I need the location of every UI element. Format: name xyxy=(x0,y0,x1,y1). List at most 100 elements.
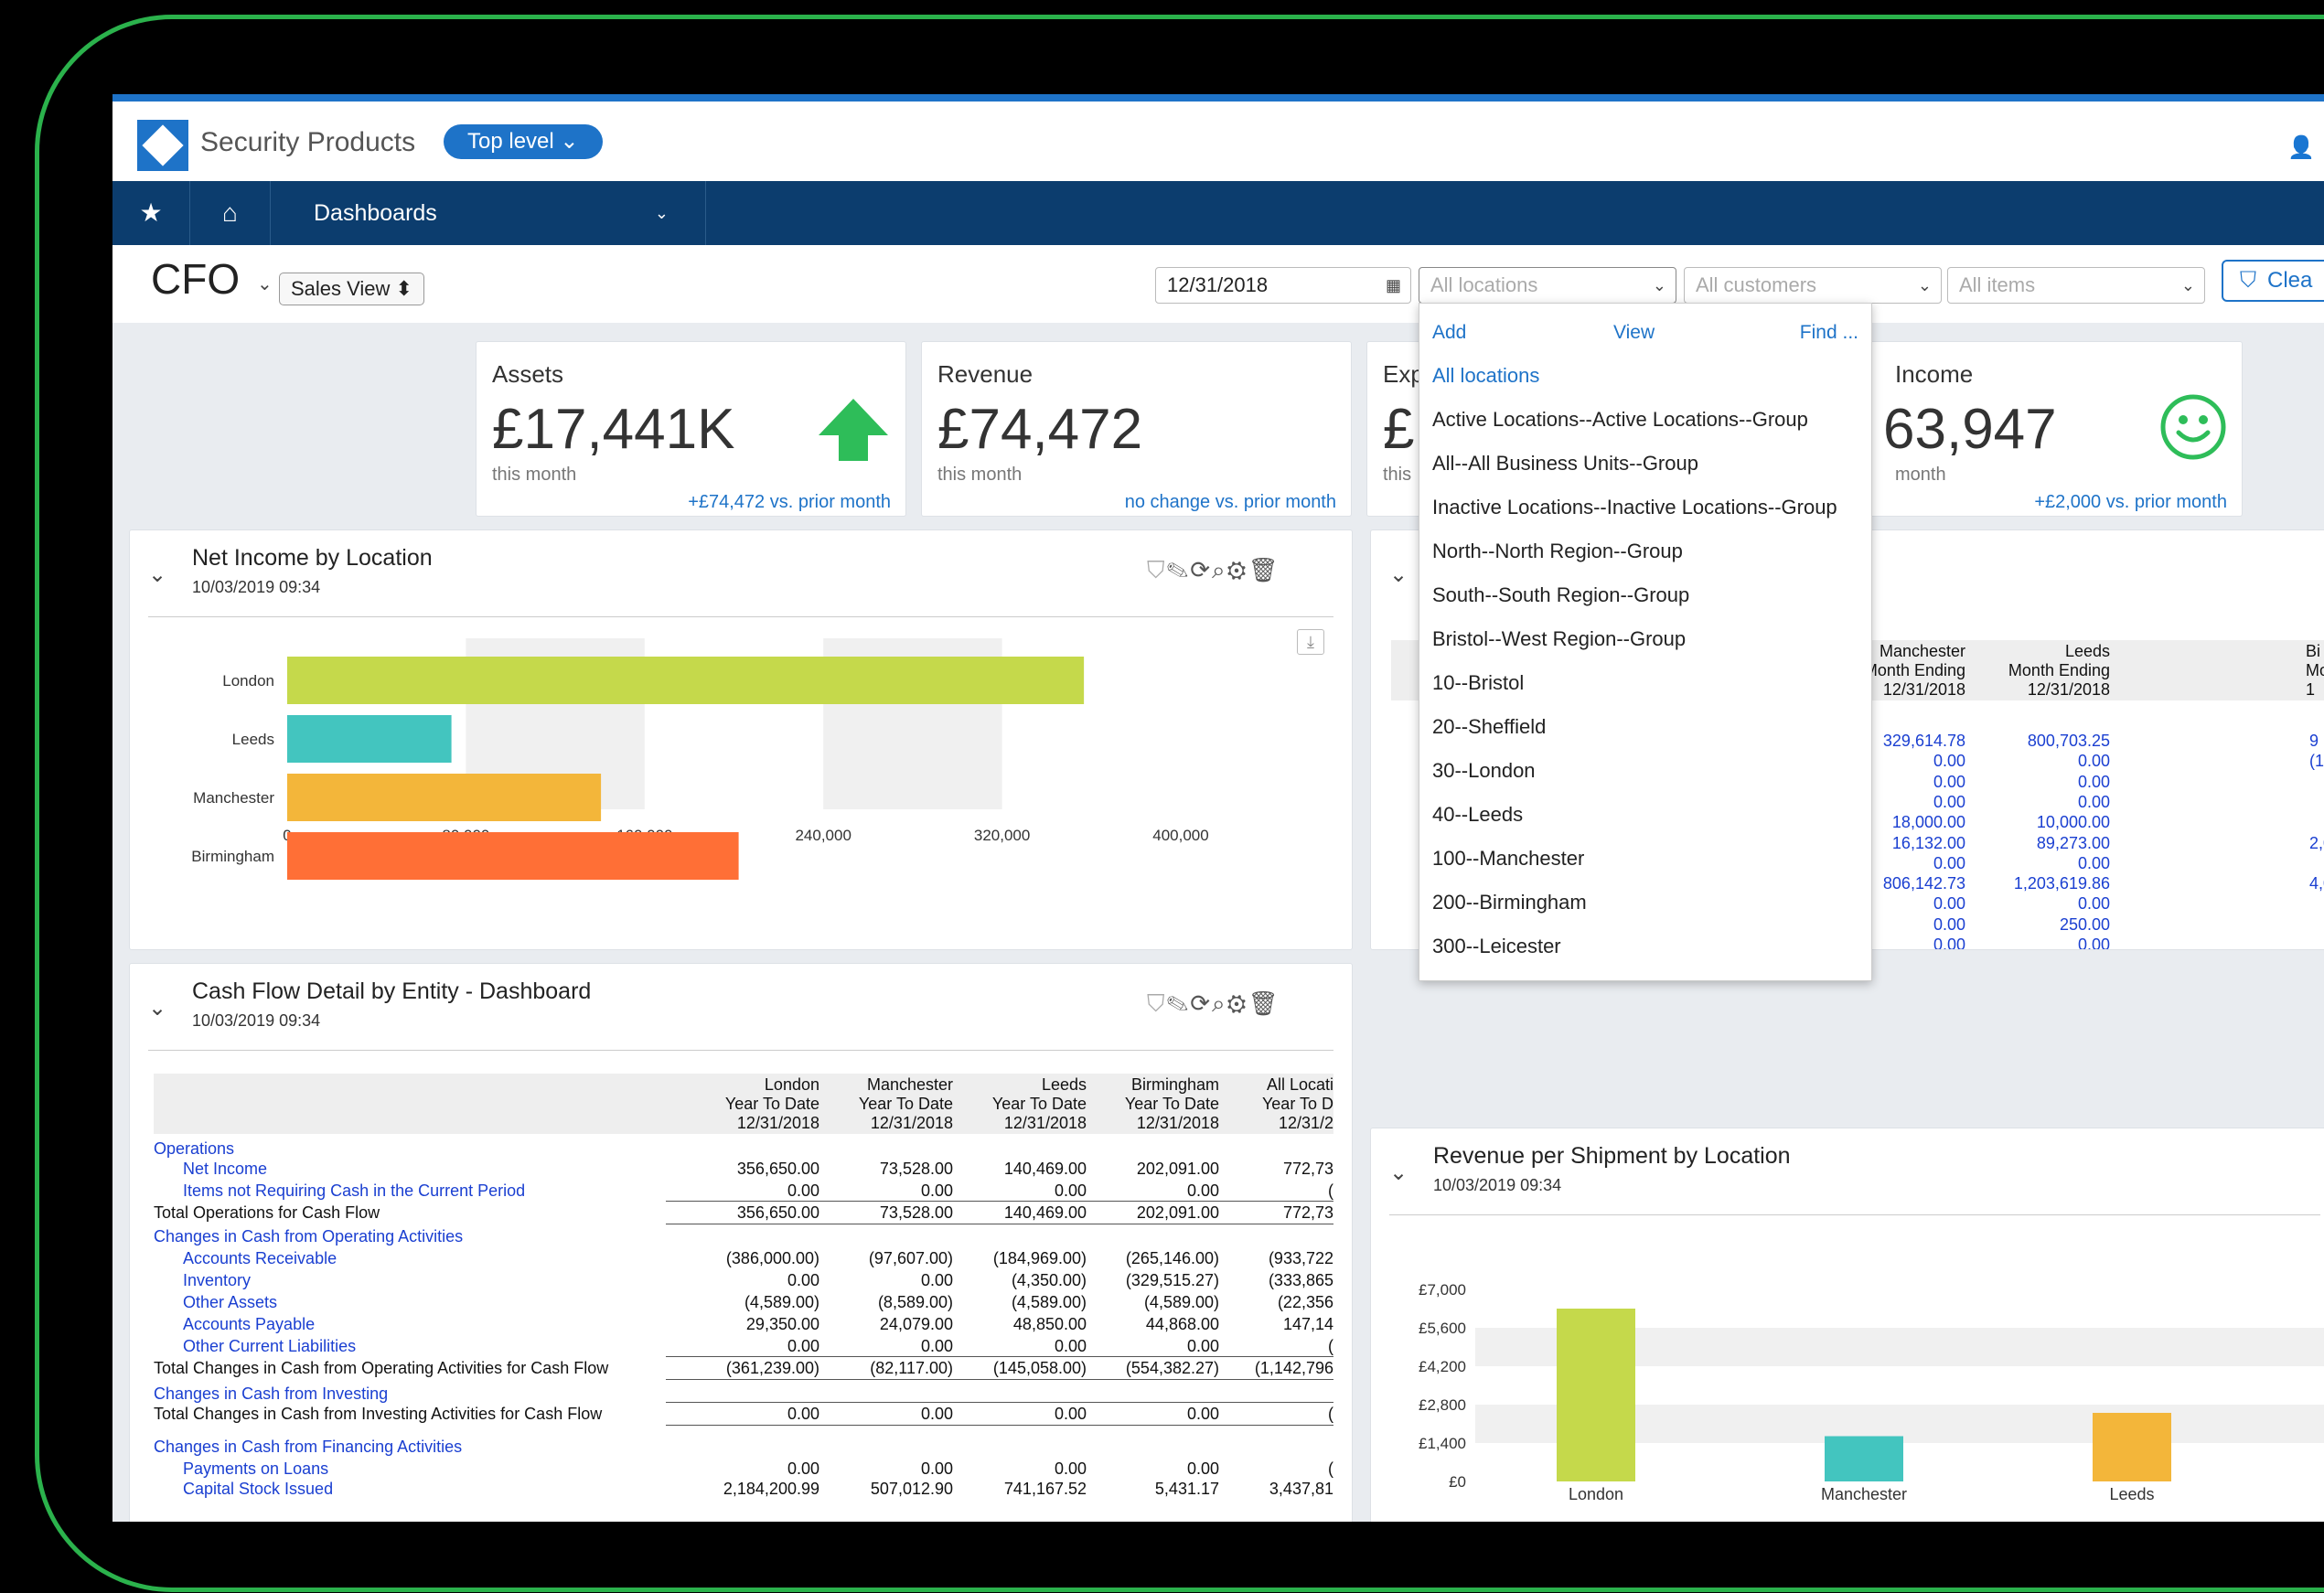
chevron-down-icon[interactable]: ⌄ xyxy=(148,561,166,588)
table-row-label[interactable]: Changes in Cash from Investing xyxy=(154,1385,388,1404)
table-column-header: Month Ending xyxy=(2008,661,2110,679)
star-icon[interactable]: ★ xyxy=(112,181,190,245)
location-option[interactable]: 30--London xyxy=(1432,759,1536,783)
kpi-card-revenue[interactable]: Revenue £74,472 this month no change vs.… xyxy=(921,341,1352,517)
chevron-down-icon[interactable]: ⌄ xyxy=(1389,1160,1408,1186)
locations-select[interactable]: All locations ⌄ xyxy=(1419,267,1676,304)
add-location-link[interactable]: Add xyxy=(1432,322,1466,344)
location-option[interactable]: 40--Leeds xyxy=(1432,803,1523,827)
table-cell: 0.00 xyxy=(920,1271,953,1289)
table-row-label[interactable]: Other Assets xyxy=(183,1293,277,1312)
customers-select[interactable]: All customers ⌄ xyxy=(1684,267,1942,304)
table-cell: 3,437,81 xyxy=(1269,1480,1333,1498)
location-option[interactable]: South--South Region--Group xyxy=(1432,583,1689,607)
user-icon[interactable]: 👤 xyxy=(2287,134,2315,161)
table-row-label[interactable]: Accounts Payable xyxy=(183,1315,315,1334)
search-icon[interactable]: ⌕ xyxy=(1212,556,1227,583)
table-cell: 73,528.00 xyxy=(879,1203,953,1222)
view-selector[interactable]: Sales View ⬍ xyxy=(279,273,424,305)
table-column-header: All Locati xyxy=(1266,1075,1333,1094)
chevron-down-icon[interactable]: ⌄ xyxy=(148,995,166,1021)
y-tick-label: £1,400 xyxy=(1419,1435,1466,1452)
refresh-icon[interactable]: ⟳ xyxy=(1190,989,1212,1017)
panel-toolbar: ⛉✎⟳⌕⚙🗑 xyxy=(1147,989,1280,1019)
table-row-label[interactable]: Items not Requiring Cash in the Current … xyxy=(183,1181,525,1201)
trash-icon[interactable]: 🗑 xyxy=(1248,989,1280,1017)
table-cell: 772,73 xyxy=(1282,1160,1333,1178)
location-option[interactable]: 200--Birmingham xyxy=(1432,891,1587,914)
table-cell: (1,142,796 xyxy=(1254,1359,1333,1377)
table-row-label[interactable]: Payments on Loans xyxy=(183,1459,328,1479)
table-row-label[interactable]: Net Income xyxy=(183,1160,267,1179)
edit-icon[interactable]: ✎ xyxy=(1167,556,1191,583)
y-tick-label: London xyxy=(222,672,274,690)
location-option[interactable]: Active Locations--Active Locations--Grou… xyxy=(1432,408,1808,432)
kpi-value: £74,472 xyxy=(937,398,1143,461)
table-cell: (22,356 xyxy=(1277,1293,1333,1311)
table-row-label: Total Changes in Cash from Investing Act… xyxy=(154,1405,603,1423)
location-option[interactable]: 10--Bristol xyxy=(1432,671,1524,695)
table-cell: (361,239.00) xyxy=(725,1359,819,1377)
location-option[interactable]: 300--Leicester xyxy=(1432,935,1561,958)
filter-icon[interactable]: ⛉ xyxy=(1147,556,1167,583)
table-row-label[interactable]: Changes in Cash from Operating Activitie… xyxy=(154,1227,463,1246)
panel-toolbar: ⛉✎⟳⌕⚙🗑 xyxy=(1147,556,1280,585)
table-cell: (145,058.00) xyxy=(992,1359,1087,1377)
trash-icon[interactable]: 🗑 xyxy=(1248,556,1280,583)
table-cell: 0.00 xyxy=(1054,1405,1087,1423)
table-row-label[interactable]: Accounts Receivable xyxy=(183,1249,337,1268)
dashboards-menu[interactable]: Dashboards ⌄ xyxy=(305,181,706,245)
kpi-card-income[interactable]: Income 63,947 month +£2,000 vs. prior mo… xyxy=(1812,341,2243,517)
table-cell: ( xyxy=(1328,1181,1333,1200)
kpi-comparison: +£74,472 vs. prior month xyxy=(688,492,891,512)
location-option[interactable]: All locations xyxy=(1432,364,1539,388)
search-icon[interactable]: ⌕ xyxy=(1212,989,1227,1017)
panel-date: 10/03/2019 09:34 xyxy=(1433,1176,1562,1194)
table-row-label[interactable]: Operations xyxy=(154,1139,234,1159)
panel-divider xyxy=(148,616,1333,617)
view-location-link[interactable]: View xyxy=(1613,322,1655,344)
table-row-label[interactable]: Changes in Cash from Financing Activitie… xyxy=(154,1438,462,1457)
location-option[interactable]: 20--Sheffield xyxy=(1432,715,1546,739)
table-row-label[interactable]: Other Current Liabilities xyxy=(183,1337,356,1356)
table-row-label[interactable]: Inventory xyxy=(183,1271,251,1290)
table-cell: 0.00 xyxy=(920,1181,953,1200)
company-logo[interactable] xyxy=(137,120,188,171)
items-select[interactable]: All items ⌄ xyxy=(1947,267,2205,304)
table-cell: 356,650.00 xyxy=(736,1203,819,1222)
table-cell: 0.00 xyxy=(2077,935,2110,950)
table-column-header: 12/31/2018 xyxy=(2027,680,2110,699)
table-column-header: Leeds xyxy=(1041,1075,1087,1094)
locations-placeholder: All locations xyxy=(1430,273,1538,296)
table-row-label[interactable]: Capital Stock Issued xyxy=(183,1480,333,1499)
download-icon[interactable]: ⤓ xyxy=(1297,629,1324,655)
level-selector-button[interactable]: Top level ⌄ xyxy=(444,124,603,159)
table-row-label: Total Operations for Cash Flow xyxy=(154,1203,380,1222)
y-tick-label: £4,200 xyxy=(1419,1358,1466,1375)
chevron-down-icon[interactable]: ⌄ xyxy=(257,273,273,295)
location-option[interactable]: Bristol--West Region--Group xyxy=(1432,627,1686,651)
chevron-down-icon[interactable]: ⌄ xyxy=(1389,561,1408,588)
table-column-header: 1 xyxy=(2306,680,2316,699)
locations-dropdown: Add View Find ... All locations Active Lo… xyxy=(1419,303,1872,981)
chevron-down-icon: ⌄ xyxy=(654,204,669,222)
edit-icon[interactable]: ✎ xyxy=(1167,989,1191,1017)
location-option[interactable]: North--North Region--Group xyxy=(1432,540,1683,563)
table-cell: (554,382.27) xyxy=(1125,1359,1219,1377)
refresh-icon[interactable]: ⟳ xyxy=(1190,556,1212,583)
date-input[interactable]: 12/31/2018 ▦ xyxy=(1155,267,1411,304)
chevron-down-icon: ⌄ xyxy=(1917,276,1932,294)
location-option[interactable]: All--All Business Units--Group xyxy=(1432,452,1698,476)
table-cell: (184,969.00) xyxy=(992,1249,1087,1267)
filter-icon[interactable]: ⛉ xyxy=(1147,989,1167,1017)
calendar-icon[interactable]: ▦ xyxy=(1386,268,1401,303)
kpi-card-assets[interactable]: Assets £17,441K this month +£74,472 vs. … xyxy=(476,341,906,517)
home-icon[interactable]: ⌂ xyxy=(190,181,271,245)
gear-icon[interactable]: ⚙ xyxy=(1227,989,1248,1017)
clear-filters-button[interactable]: ⛉ Clea xyxy=(2222,260,2324,302)
location-option[interactable]: 100--Manchester xyxy=(1432,847,1584,871)
find-location-link[interactable]: Find ... xyxy=(1800,322,1858,344)
gear-icon[interactable]: ⚙ xyxy=(1227,556,1248,583)
location-option[interactable]: Inactive Locations--Inactive Locations--… xyxy=(1432,496,1837,519)
kpi-value: £17,441K xyxy=(492,398,735,461)
